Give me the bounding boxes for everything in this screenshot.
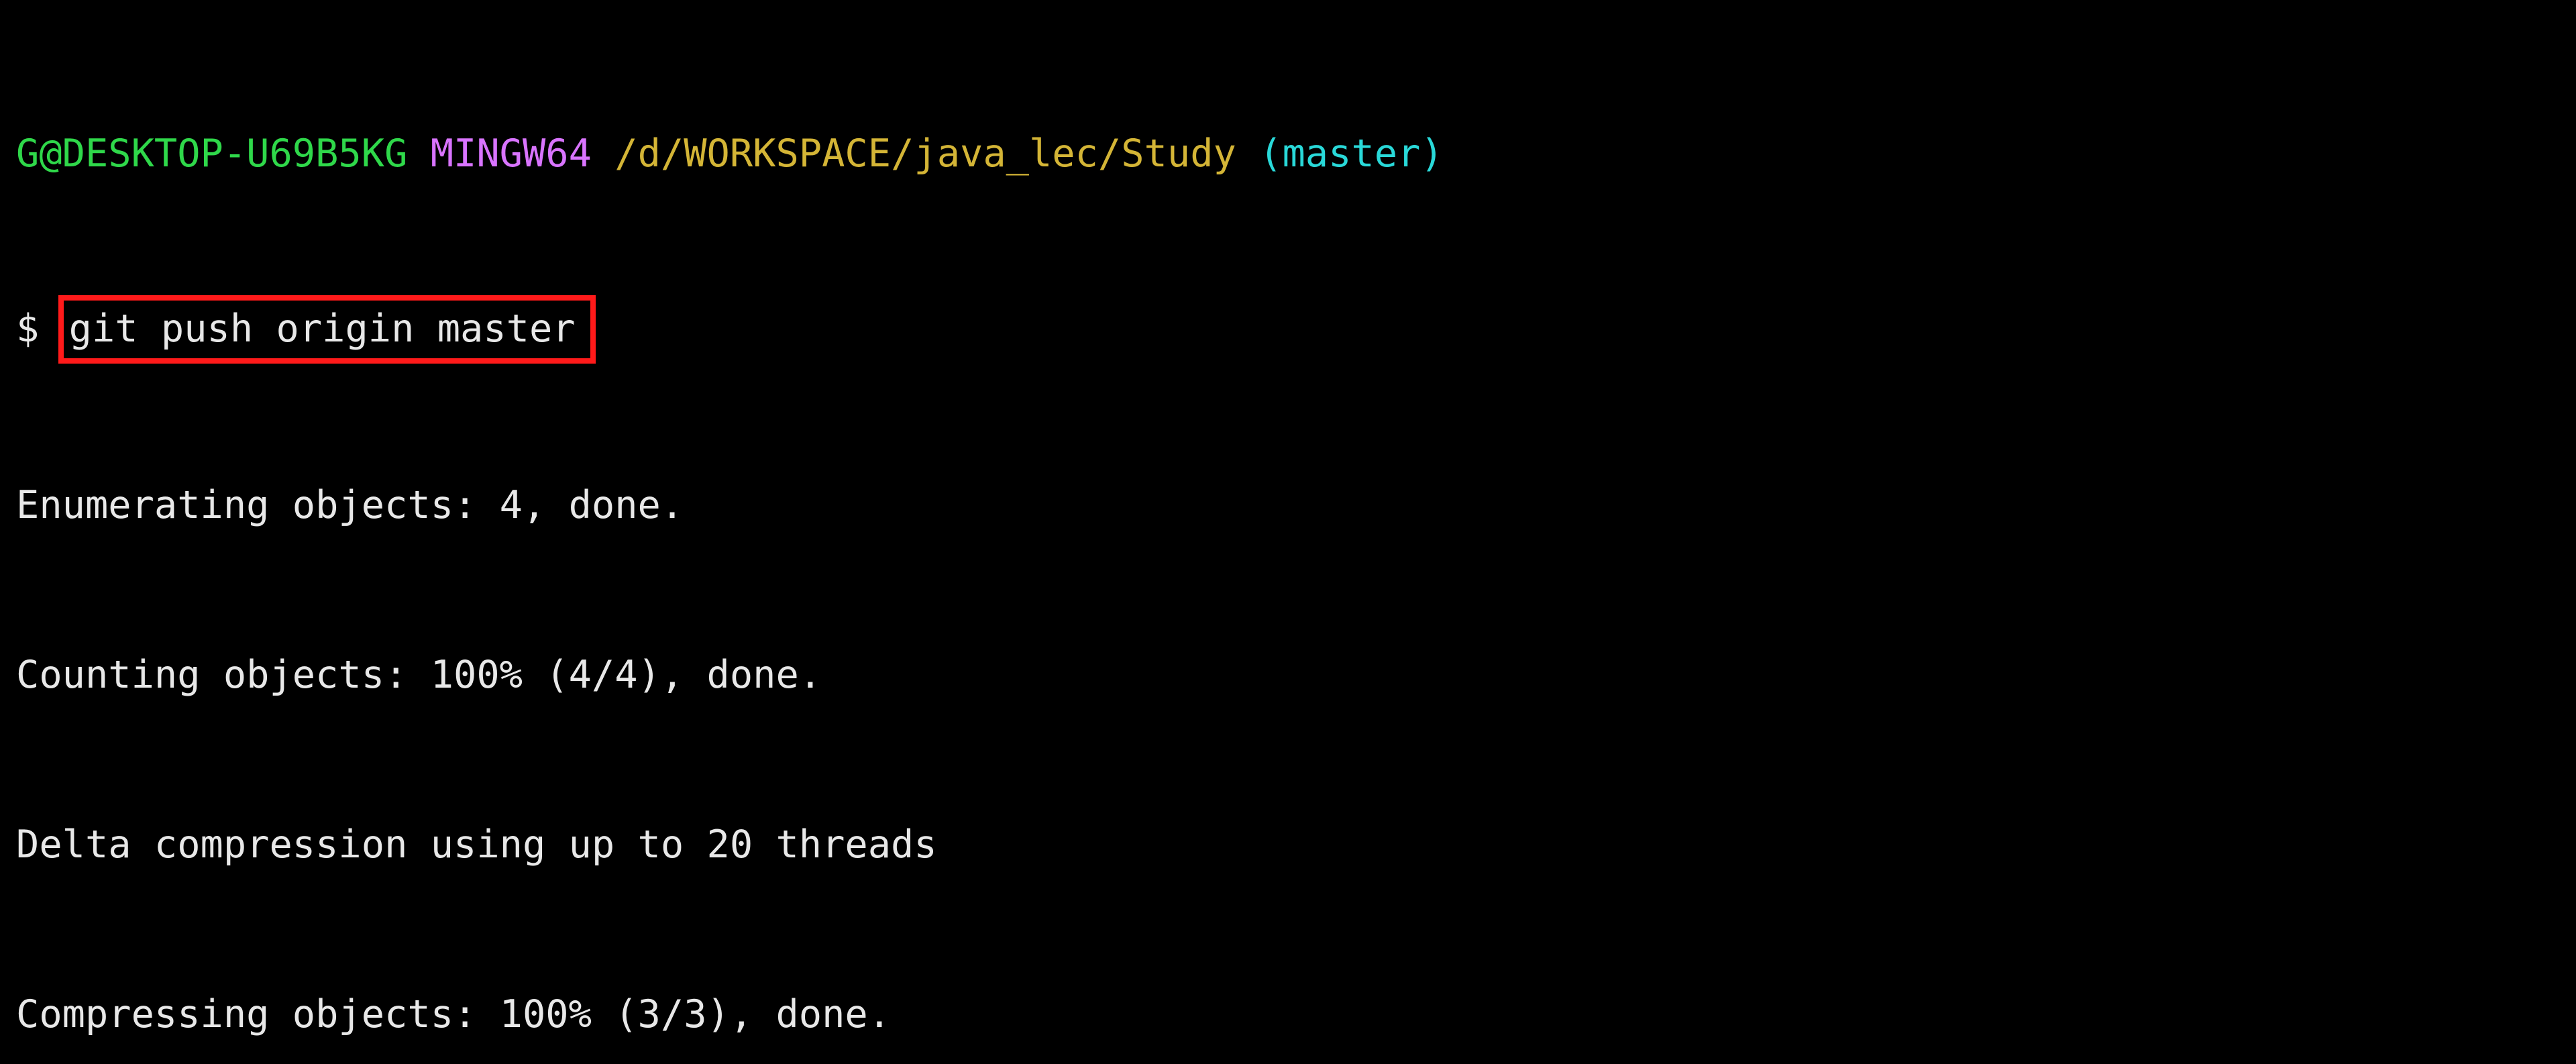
command-text[interactable]: git push origin master: [69, 307, 576, 351]
output-line: Compressing objects: 100% (3/3), done.: [16, 986, 2560, 1043]
prompt-cwd: /d/WORKSPACE/java_lec/Study: [614, 131, 1236, 176]
output-line: Delta compression using up to 20 threads: [16, 816, 2560, 873]
terminal-window[interactable]: G@DESKTOP-U69B5KG MINGW64 /d/WORKSPACE/j…: [0, 0, 2576, 1064]
prompt-line: G@DESKTOP-U69B5KG MINGW64 /d/WORKSPACE/j…: [16, 125, 2560, 182]
prompt-symbol: $: [16, 307, 39, 351]
prompt-user-host: G@DESKTOP-U69B5KG: [16, 131, 407, 176]
prompt-branch: (master): [1259, 131, 1444, 176]
output-line: Counting objects: 100% (4/4), done.: [16, 647, 2560, 703]
prompt-shell-env: MINGW64: [431, 131, 592, 176]
highlight-box: git push origin master: [58, 295, 596, 364]
output-line: Enumerating objects: 4, done.: [16, 477, 2560, 533]
command-line: $ git push origin master: [16, 295, 2560, 364]
